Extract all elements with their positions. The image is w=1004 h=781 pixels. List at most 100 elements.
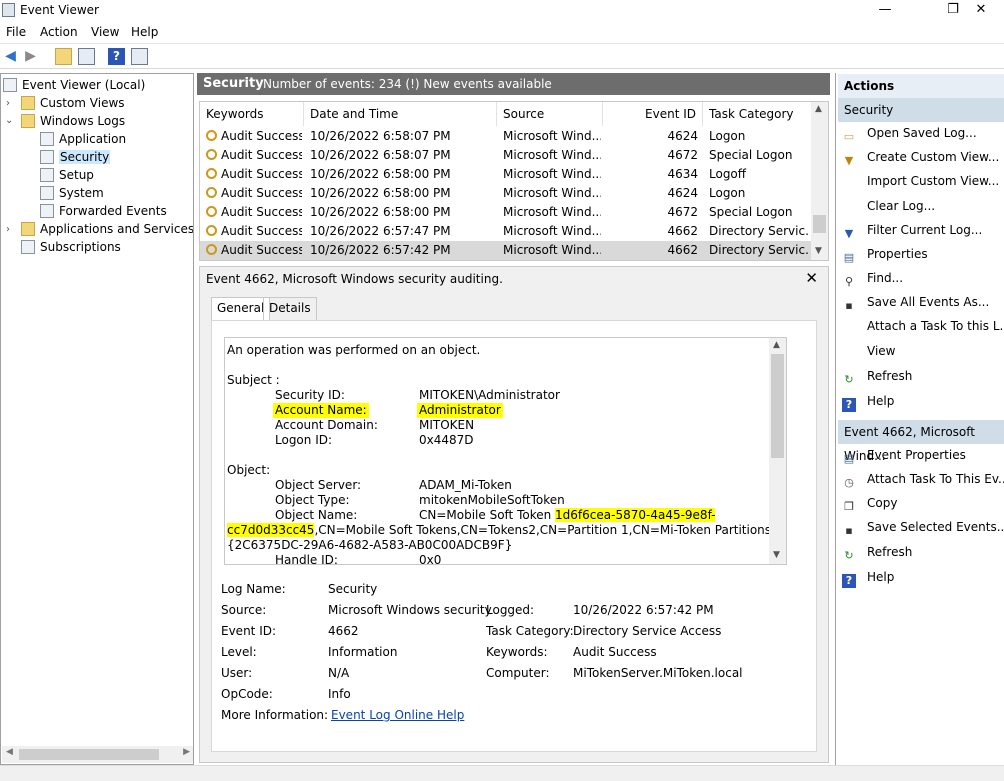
tree-item-custom-views[interactable]: Custom Views [21, 94, 125, 112]
security-id-label: Security ID: [275, 388, 345, 402]
menu-file[interactable]: File [6, 25, 26, 39]
close-button[interactable]: ✕ [958, 0, 1004, 22]
column-header-keywords[interactable]: Keywords [200, 102, 304, 126]
action-item[interactable]: Attach a Task To this L... [842, 316, 1004, 336]
cell-date-time: 10/26/2022 6:58:07 PM [310, 148, 451, 162]
action-item[interactable]: Import Custom View... [842, 171, 999, 191]
action-item[interactable]: View [842, 341, 895, 361]
cell-source: Microsoft Wind... [503, 186, 601, 200]
collapse-chevron-icon[interactable]: ⌄ [5, 115, 13, 126]
folder-icon [21, 96, 35, 110]
table-row[interactable]: Audit Success 10/26/2022 6:57:47 PM Micros… [200, 222, 812, 241]
menu-view[interactable]: View [91, 25, 119, 39]
cell-task-category: Logoff [709, 167, 747, 181]
tree-item-application[interactable]: Application [40, 130, 126, 148]
table-row[interactable]: Audit Success 10/26/2022 6:58:07 PM Micros… [200, 127, 812, 146]
table-row[interactable]: Audit Success 10/26/2022 6:58:00 PM Micros… [200, 184, 812, 203]
event-message-box[interactable]: An operation was performed on an object.… [224, 337, 787, 565]
open-folder-icon: ▭ [843, 130, 855, 143]
table-row[interactable]: Audit Success 10/26/2022 6:58:00 PM Micros… [200, 165, 812, 184]
show-hide-action-pane-icon[interactable] [131, 48, 148, 65]
action-item[interactable]: ? Help [842, 391, 894, 412]
menu-help[interactable]: Help [131, 25, 158, 39]
action-item[interactable]: ▤ Event Properties [842, 445, 966, 465]
event-log-online-help-link[interactable]: Event Log Online Help [331, 708, 464, 722]
menu-action[interactable]: Action [40, 25, 78, 39]
column-header-date-time[interactable]: Date and Time [304, 102, 497, 126]
cell-event-id: 4672 [667, 148, 698, 162]
tab-details[interactable]: Details [263, 297, 317, 320]
action-item[interactable]: ⚲ Find... [842, 268, 903, 288]
tree-item-root[interactable]: Event Viewer (Local) [3, 76, 145, 94]
help-icon: ? [842, 574, 856, 588]
action-item[interactable]: ▭ Open Saved Log... [842, 123, 977, 143]
object-name-value-line3: {2C6375DC-29A6-4682-A583-AB0C00ADCB9F} [227, 538, 513, 552]
expand-chevron-icon[interactable]: › [6, 98, 10, 109]
action-item[interactable]: ? Help [842, 567, 894, 588]
actions-section-event[interactable]: Event 4662, Microsoft Wind... [838, 420, 1004, 463]
security-id-value: MITOKEN\Administrator [419, 388, 560, 402]
expand-chevron-icon[interactable]: › [6, 224, 10, 235]
up-folder-icon[interactable] [55, 48, 72, 65]
column-header-source[interactable]: Source [497, 102, 603, 126]
action-item[interactable]: ↻ Refresh [842, 542, 912, 562]
scroll-left-icon[interactable]: ◀ [6, 747, 13, 757]
table-row[interactable]: Audit Success 10/26/2022 6:57:42 PM Micros… [200, 241, 812, 260]
scroll-up-icon[interactable]: ▲ [773, 340, 780, 350]
save-icon: ▪ [845, 524, 853, 537]
actions-header: Actions [838, 74, 1004, 98]
cell-source: Microsoft Wind... [503, 167, 601, 181]
cell-keywords: Audit Success [206, 203, 302, 222]
general-tab-panel: An operation was performed on an object.… [211, 320, 817, 752]
action-item[interactable]: ❐ Copy [842, 493, 897, 513]
tree-item-system[interactable]: System [40, 184, 104, 202]
action-item[interactable]: Clear Log... [842, 196, 935, 216]
actions-section-security[interactable]: Security [838, 98, 1004, 122]
action-item[interactable]: ↻ Refresh [842, 366, 912, 386]
save-icon: ▪ [845, 299, 853, 312]
scrollbar-thumb[interactable] [813, 215, 826, 233]
action-item[interactable]: ▪ Save All Events As... [842, 292, 989, 312]
tab-general[interactable]: General [211, 297, 271, 321]
log-title: Security [203, 76, 264, 91]
forward-arrow-icon[interactable]: ▶ [22, 48, 39, 65]
event-detail-pane: Event 4662, Microsoft Windows security a… [199, 266, 829, 763]
tree-item-subscriptions[interactable]: Subscriptions [21, 238, 121, 256]
action-item[interactable]: ▤ Properties [842, 244, 928, 264]
cell-keywords: Audit Success [206, 184, 302, 203]
scroll-down-icon[interactable]: ▼ [773, 550, 780, 560]
message-vertical-scrollbar[interactable]: ▲ ▼ [769, 338, 786, 564]
tree-item-windows-logs[interactable]: Windows Logs [21, 112, 125, 130]
scroll-up-icon[interactable]: ▲ [815, 104, 822, 114]
action-item[interactable]: ▪ Save Selected Events... [842, 517, 1004, 537]
action-item[interactable]: ▼ Create Custom View... [842, 147, 1000, 167]
action-item[interactable]: ▼ Filter Current Log... [842, 220, 983, 240]
filter-icon: ▼ [844, 227, 854, 240]
help-icon[interactable]: ? [108, 48, 125, 65]
column-header-task-category[interactable]: Task Category [703, 102, 812, 126]
table-row[interactable]: Audit Success 10/26/2022 6:58:00 PM Micros… [200, 203, 812, 222]
back-arrow-icon[interactable]: ◀ [2, 48, 19, 65]
column-header-event-id[interactable]: Event ID [603, 102, 703, 126]
actions-pane: Actions Security ▭ Open Saved Log... ▼ Crea… [835, 73, 1004, 765]
blank-icon [842, 319, 856, 333]
minimize-button[interactable]: — [862, 0, 908, 22]
scroll-down-icon[interactable]: ▼ [815, 246, 822, 256]
task-icon: ◷ [844, 476, 854, 489]
event-detail-title: Event 4662, Microsoft Windows security a… [206, 272, 503, 286]
tree-item-forwarded-events[interactable]: Forwarded Events [40, 202, 167, 220]
tree-item-security[interactable]: Security [40, 148, 111, 166]
scroll-right-icon[interactable]: ▶ [183, 747, 190, 757]
scrollbar-thumb[interactable] [771, 354, 784, 458]
object-label: Object: [227, 463, 271, 477]
tree-item-setup[interactable]: Setup [40, 166, 94, 184]
action-item[interactable]: ◷ Attach Task To This Ev... [842, 469, 1004, 489]
scrollbar-thumb[interactable] [19, 749, 159, 760]
tree-horizontal-scrollbar[interactable]: ◀ ▶ [2, 746, 193, 763]
table-row[interactable]: Audit Success 10/26/2022 6:58:07 PM Micros… [200, 146, 812, 165]
close-detail-icon[interactable]: ✕ [805, 269, 818, 287]
grid-vertical-scrollbar[interactable]: ▲ ▼ [811, 102, 828, 260]
opcode-label: OpCode: [221, 687, 273, 701]
show-hide-console-tree-icon[interactable] [78, 48, 95, 65]
tree-item-applications-services[interactable]: Applications and Services Lo [21, 220, 193, 238]
